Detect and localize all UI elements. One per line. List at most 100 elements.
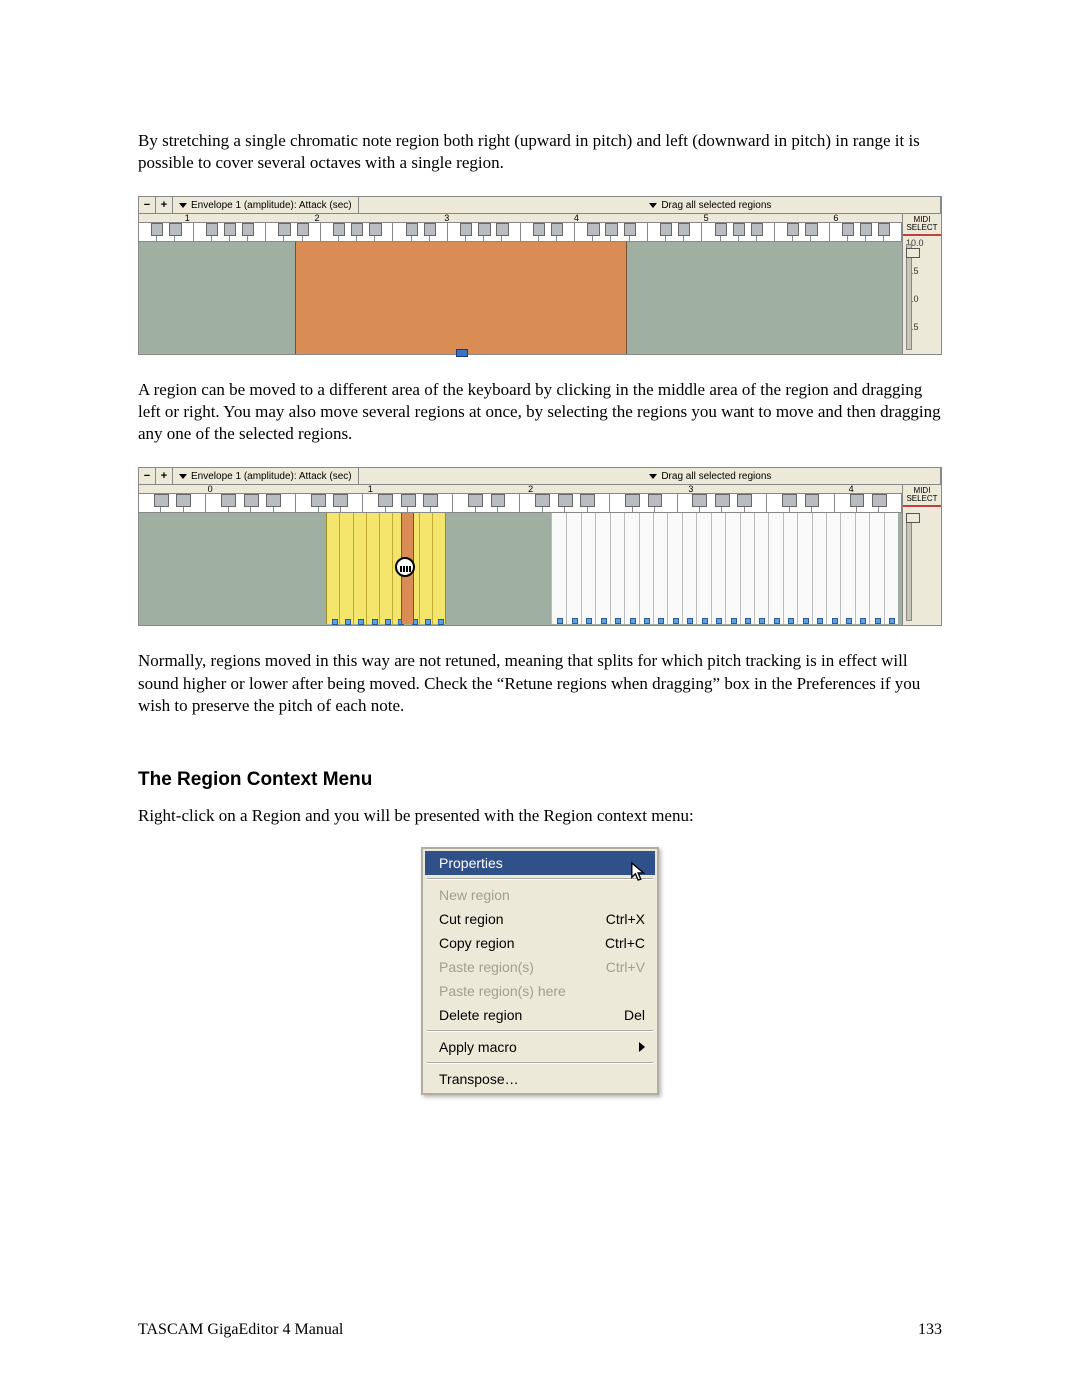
region-handle-dot[interactable]: [644, 618, 650, 624]
piano-white-key[interactable]: [811, 223, 829, 241]
region-handle-dot[interactable]: [332, 619, 338, 625]
piano-black-key[interactable]: [278, 223, 290, 236]
piano-white-key[interactable]: [430, 223, 448, 241]
region-handle-dot[interactable]: [803, 618, 809, 624]
piano-white-key[interactable]: [184, 494, 206, 512]
region-handle-dot[interactable]: [358, 619, 364, 625]
piano-white-key[interactable]: [884, 223, 902, 241]
piano-black-key[interactable]: [878, 223, 890, 236]
piano-black-key[interactable]: [715, 223, 727, 236]
region-handle-dot[interactable]: [788, 618, 794, 624]
piano-black-key[interactable]: [311, 494, 326, 507]
piano-black-key[interactable]: [805, 494, 820, 507]
piano-black-key[interactable]: [176, 494, 191, 507]
region-area[interactable]: [139, 513, 902, 625]
piano-white-key[interactable]: [557, 223, 575, 241]
piano-black-key[interactable]: [660, 223, 672, 236]
piano-black-key[interactable]: [333, 223, 345, 236]
piano-black-key[interactable]: [842, 223, 854, 236]
region-handle-dot[interactable]: [687, 618, 693, 624]
zoom-in-button[interactable]: +: [156, 468, 173, 484]
drag-mode-dropdown[interactable]: Drag all selected regions: [643, 197, 941, 213]
piano-white-key[interactable]: [757, 223, 775, 241]
zoom-out-button[interactable]: −: [139, 468, 156, 484]
selected-region[interactable]: [295, 242, 627, 354]
piano-white-key[interactable]: [879, 494, 901, 512]
piano-black-key[interactable]: [491, 494, 506, 507]
piano-white-key[interactable]: [248, 223, 266, 241]
midi-select-button[interactable]: MIDI SELECT: [903, 485, 941, 507]
piano-black-key[interactable]: [787, 223, 799, 236]
piano-black-key[interactable]: [224, 223, 236, 236]
menu-item-transpose[interactable]: Transpose…: [425, 1067, 655, 1091]
region-handle-dot[interactable]: [817, 618, 823, 624]
piano-black-key[interactable]: [625, 494, 640, 507]
parameter-dropdown[interactable]: Envelope 1 (amplitude): Attack (sec): [173, 197, 359, 213]
region-handle-dot[interactable]: [345, 619, 351, 625]
piano-black-key[interactable]: [860, 223, 872, 236]
menu-item-apply-macro[interactable]: Apply macro: [425, 1035, 655, 1059]
region-handle-dot[interactable]: [875, 618, 881, 624]
piano-black-key[interactable]: [206, 223, 218, 236]
region-handle-dot[interactable]: [759, 618, 765, 624]
piano-black-key[interactable]: [496, 223, 508, 236]
piano-black-key[interactable]: [169, 223, 181, 236]
white-region-group[interactable]: [551, 513, 898, 624]
piano-black-key[interactable]: [333, 494, 348, 507]
piano-black-key[interactable]: [587, 223, 599, 236]
piano-black-key[interactable]: [378, 494, 393, 507]
piano-black-key[interactable]: [406, 223, 418, 236]
region-handle-dot[interactable]: [658, 618, 664, 624]
piano-black-key[interactable]: [782, 494, 797, 507]
menu-item-cut-region[interactable]: Cut region Ctrl+X: [425, 907, 655, 931]
piano-black-key[interactable]: [468, 494, 483, 507]
piano-white-key[interactable]: [588, 494, 610, 512]
piano-black-key[interactable]: [678, 223, 690, 236]
piano-black-key[interactable]: [737, 494, 752, 507]
piano-black-key[interactable]: [624, 223, 636, 236]
piano-black-key[interactable]: [535, 494, 550, 507]
piano-black-key[interactable]: [424, 223, 436, 236]
piano-white-key[interactable]: [502, 223, 520, 241]
piano-white-key[interactable]: [175, 223, 193, 241]
piano-black-key[interactable]: [648, 494, 663, 507]
piano-keyboard[interactable]: [139, 494, 902, 513]
piano-black-key[interactable]: [533, 223, 545, 236]
region-handle[interactable]: [456, 349, 468, 357]
slider-thumb[interactable]: [906, 513, 920, 523]
region-handle-dot[interactable]: [860, 618, 866, 624]
midi-select-button[interactable]: MIDI SELECT: [903, 214, 941, 236]
piano-black-key[interactable]: [558, 494, 573, 507]
zoom-out-button[interactable]: −: [139, 197, 156, 213]
region-handle-dot[interactable]: [731, 618, 737, 624]
piano-white-key[interactable]: [303, 223, 321, 241]
piano-white-key[interactable]: [375, 223, 393, 241]
region-handle-dot[interactable]: [702, 618, 708, 624]
piano-black-key[interactable]: [715, 494, 730, 507]
piano-black-key[interactable]: [751, 223, 763, 236]
piano-white-key[interactable]: [655, 494, 677, 512]
region-handle-dot[interactable]: [716, 618, 722, 624]
region-handle-dot[interactable]: [557, 618, 563, 624]
piano-black-key[interactable]: [733, 223, 745, 236]
menu-item-copy-region[interactable]: Copy region Ctrl+C: [425, 931, 655, 955]
piano-black-key[interactable]: [151, 223, 163, 236]
piano-white-key[interactable]: [498, 494, 520, 512]
piano-black-key[interactable]: [580, 494, 595, 507]
piano-black-key[interactable]: [605, 223, 617, 236]
piano-white-key[interactable]: [812, 494, 834, 512]
piano-black-key[interactable]: [369, 223, 381, 236]
region-handle-dot[interactable]: [745, 618, 751, 624]
piano-black-key[interactable]: [244, 494, 259, 507]
slider-thumb[interactable]: [906, 248, 920, 258]
piano-black-key[interactable]: [266, 494, 281, 507]
region-handle-dot[interactable]: [572, 618, 578, 624]
piano-white-key[interactable]: [274, 494, 296, 512]
region-handle-dot[interactable]: [372, 619, 378, 625]
piano-keyboard[interactable]: [139, 223, 902, 242]
region-handle-dot[interactable]: [601, 618, 607, 624]
region-handle-dot[interactable]: [425, 619, 431, 625]
parameter-dropdown[interactable]: Envelope 1 (amplitude): Attack (sec): [173, 468, 359, 484]
piano-black-key[interactable]: [460, 223, 472, 236]
menu-item-properties[interactable]: Properties: [425, 851, 655, 875]
